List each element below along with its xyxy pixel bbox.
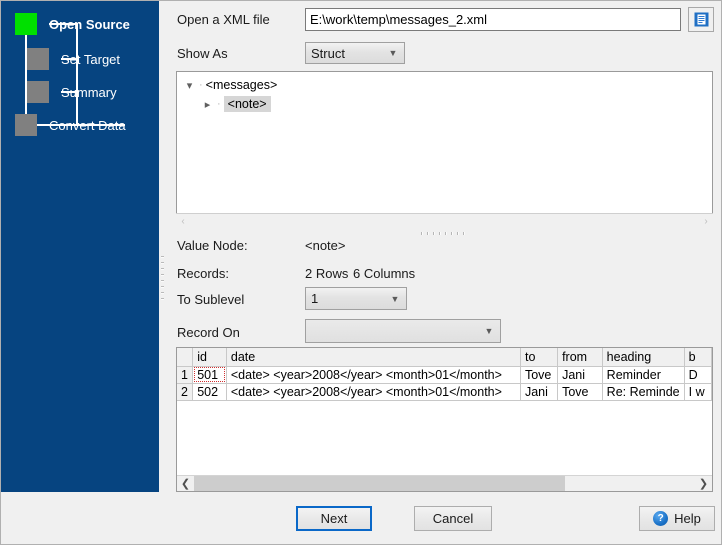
step-indicator-convert-data xyxy=(15,114,37,136)
tree-node-label: <messages> xyxy=(206,78,278,92)
horizontal-splitter[interactable] xyxy=(176,230,713,238)
content-panel: Open a XML file Show As Struct ▼ ▾ · <me… xyxy=(167,1,722,545)
table-row[interactable]: 1 501 <date> <year>2008</year> <month>01… xyxy=(177,366,712,383)
table-header-row: id date to from heading b xyxy=(177,348,712,366)
xml-structure-tree[interactable]: ▾ · <messages> ▸ · <note> xyxy=(176,71,713,228)
tree-node-dot: · xyxy=(217,98,221,110)
step-label-set-target: Set Target xyxy=(61,52,120,67)
column-header-heading[interactable]: heading xyxy=(602,348,684,366)
tree-node-dot: · xyxy=(199,79,203,91)
vertical-splitter[interactable] xyxy=(159,1,167,545)
tree-node-note[interactable]: ▸ · <note> xyxy=(201,96,271,112)
value-node-value: <note> xyxy=(305,238,346,253)
cell-body[interactable]: D xyxy=(684,366,711,383)
browse-file-button[interactable] xyxy=(688,7,714,32)
column-header-date[interactable]: date xyxy=(226,348,520,366)
step-label-summary: Summary xyxy=(61,85,117,100)
preview-table: id date to from heading b 1 501 <date> xyxy=(177,348,712,401)
cell-heading[interactable]: Reminder xyxy=(602,366,684,383)
value-node-label: Value Node: xyxy=(177,238,248,253)
scroll-left-icon[interactable]: ‹ xyxy=(176,216,190,227)
column-header-id[interactable]: id xyxy=(193,348,227,366)
record-on-dropdown[interactable]: ▼ xyxy=(305,319,501,343)
cell-from[interactable]: Tove xyxy=(558,383,603,400)
cell-body[interactable]: I w xyxy=(684,383,711,400)
splitter-grip-dots xyxy=(421,232,469,235)
row-header-corner xyxy=(177,348,193,366)
sidebar-step-summary[interactable]: Summary xyxy=(27,81,117,103)
cell-from[interactable]: Jani xyxy=(558,366,603,383)
sidebar-step-convert-data[interactable]: Convert Data xyxy=(15,114,126,136)
to-sublevel-dropdown[interactable]: 1 ▼ xyxy=(305,287,407,310)
records-column-count: 6 Columns xyxy=(353,266,415,281)
chevron-right-icon[interactable]: ▸ xyxy=(201,98,214,111)
cell-to[interactable]: Tove xyxy=(520,366,557,383)
show-as-value: Struct xyxy=(306,46,382,61)
help-button[interactable]: ? Help xyxy=(639,506,715,531)
step-indicator-summary xyxy=(27,81,49,103)
sublevel-label: To Sublevel xyxy=(177,292,244,307)
to-sublevel-value: 1 xyxy=(306,291,384,306)
row-number: 1 xyxy=(177,366,193,383)
sidebar-step-set-target[interactable]: Set Target xyxy=(27,48,120,70)
step-label-convert-data: Convert Data xyxy=(49,118,126,133)
records-label: Records: xyxy=(177,266,229,281)
chevron-down-icon: ▼ xyxy=(478,326,500,336)
cell-id[interactable]: 501 xyxy=(193,366,227,383)
cell-to[interactable]: Jani xyxy=(520,383,557,400)
record-on-label: Record On xyxy=(177,325,240,340)
splitter-grip-dots xyxy=(161,256,164,304)
wizard-steps-sidebar: Open Source Set Target Summary Convert D… xyxy=(1,1,159,545)
document-icon xyxy=(693,11,710,28)
tree-horizontal-scrollbar[interactable]: ‹ › xyxy=(176,213,713,228)
grid-scroll-area: id date to from heading b 1 501 <date> xyxy=(177,348,712,475)
step-connector-branch xyxy=(76,23,78,125)
cell-heading[interactable]: Re: Reminde xyxy=(602,383,684,400)
cell-date[interactable]: <date> <year>2008</year> <month>01</mont… xyxy=(226,383,520,400)
chevron-down-icon[interactable]: ▾ xyxy=(183,79,196,92)
chevron-down-icon: ▼ xyxy=(384,294,406,304)
showas-field-label: Show As xyxy=(177,46,228,61)
scroll-left-icon[interactable]: ❮ xyxy=(177,477,194,490)
next-button[interactable]: Next xyxy=(296,506,372,531)
scroll-right-icon[interactable]: › xyxy=(699,216,713,227)
file-field-label: Open a XML file xyxy=(177,12,270,27)
step-indicator-set-target xyxy=(27,48,49,70)
question-mark-icon: ? xyxy=(653,511,668,526)
step-label-open-source: Open Source xyxy=(49,17,130,32)
chevron-down-icon: ▼ xyxy=(382,48,404,58)
scrollbar-thumb[interactable] xyxy=(194,476,565,492)
help-button-label: Help xyxy=(674,511,701,526)
step-indicator-open-source xyxy=(15,13,37,35)
scroll-right-icon[interactable]: ❯ xyxy=(695,477,712,490)
xml-import-wizard-dialog: Open Source Set Target Summary Convert D… xyxy=(0,0,722,545)
sidebar-step-open-source[interactable]: Open Source xyxy=(15,13,130,35)
row-number: 2 xyxy=(177,383,193,400)
show-as-dropdown[interactable]: Struct ▼ xyxy=(305,42,405,64)
grid-horizontal-scrollbar[interactable]: ❮ ❯ xyxy=(177,475,712,491)
data-preview-grid[interactable]: id date to from heading b 1 501 <date> xyxy=(176,347,713,492)
cancel-button[interactable]: Cancel xyxy=(414,506,492,531)
scrollbar-track[interactable] xyxy=(194,476,695,492)
column-header-to[interactable]: to xyxy=(520,348,557,366)
xml-file-path-input[interactable] xyxy=(305,8,681,31)
tree-node-label: <note> xyxy=(224,96,271,112)
cell-date[interactable]: <date> <year>2008</year> <month>01</mont… xyxy=(226,366,520,383)
records-row-count: 2 Rows xyxy=(305,266,348,281)
column-header-body[interactable]: b xyxy=(684,348,711,366)
cell-id[interactable]: 502 xyxy=(193,383,227,400)
tree-node-messages[interactable]: ▾ · <messages> xyxy=(183,78,277,92)
table-row[interactable]: 2 502 <date> <year>2008</year> <month>01… xyxy=(177,383,712,400)
column-header-from[interactable]: from xyxy=(558,348,603,366)
